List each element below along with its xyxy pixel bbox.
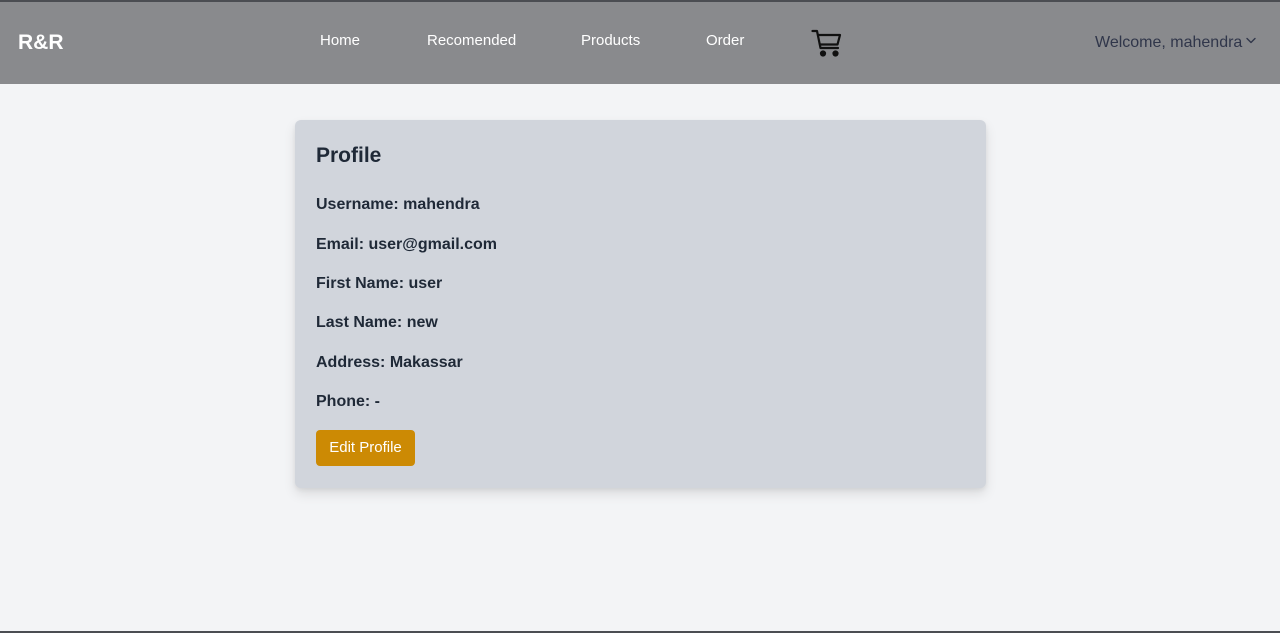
field-label: Username: xyxy=(316,196,399,213)
nav-link-home[interactable]: Home xyxy=(320,32,360,50)
field-label: First Name: xyxy=(316,275,405,292)
profile-field-last-name: Last Name: new xyxy=(316,313,438,332)
navbar: R&R Home Recomended Products Order Welco… xyxy=(0,2,1280,84)
user-menu-toggle[interactable]: Welcome, mahendra xyxy=(1095,33,1257,52)
profile-field-email: Email: user@gmail.com xyxy=(316,235,497,254)
field-value: - xyxy=(374,393,380,410)
profile-card: Profile Username: mahendra Email: user@g… xyxy=(295,120,986,488)
brand-logo[interactable]: R&R xyxy=(18,31,64,55)
profile-field-username: Username: mahendra xyxy=(316,195,480,214)
profile-title: Profile xyxy=(316,144,382,167)
profile-field-first-name: First Name: user xyxy=(316,274,442,293)
field-value: new xyxy=(406,314,438,331)
welcome-text: Welcome, mahendra xyxy=(1095,34,1243,51)
shopping-cart-icon[interactable] xyxy=(811,28,842,58)
chevron-down-icon xyxy=(1246,37,1257,44)
field-value: mahendra xyxy=(403,196,480,213)
field-label: Last Name: xyxy=(316,314,403,331)
field-label: Email: xyxy=(316,236,365,253)
profile-field-address: Address: Makassar xyxy=(316,353,463,372)
field-value: user@gmail.com xyxy=(368,236,497,253)
field-label: Address: xyxy=(316,354,386,371)
nav-link-recomended[interactable]: Recomended xyxy=(427,32,516,50)
field-value: Makassar xyxy=(389,354,463,371)
nav-link-order[interactable]: Order xyxy=(706,32,744,50)
profile-field-phone: Phone: - xyxy=(316,392,380,411)
nav-link-products[interactable]: Products xyxy=(581,32,640,50)
edit-profile-button[interactable]: Edit Profile xyxy=(316,430,415,466)
field-value: user xyxy=(408,275,443,292)
field-label: Phone: xyxy=(316,393,371,410)
